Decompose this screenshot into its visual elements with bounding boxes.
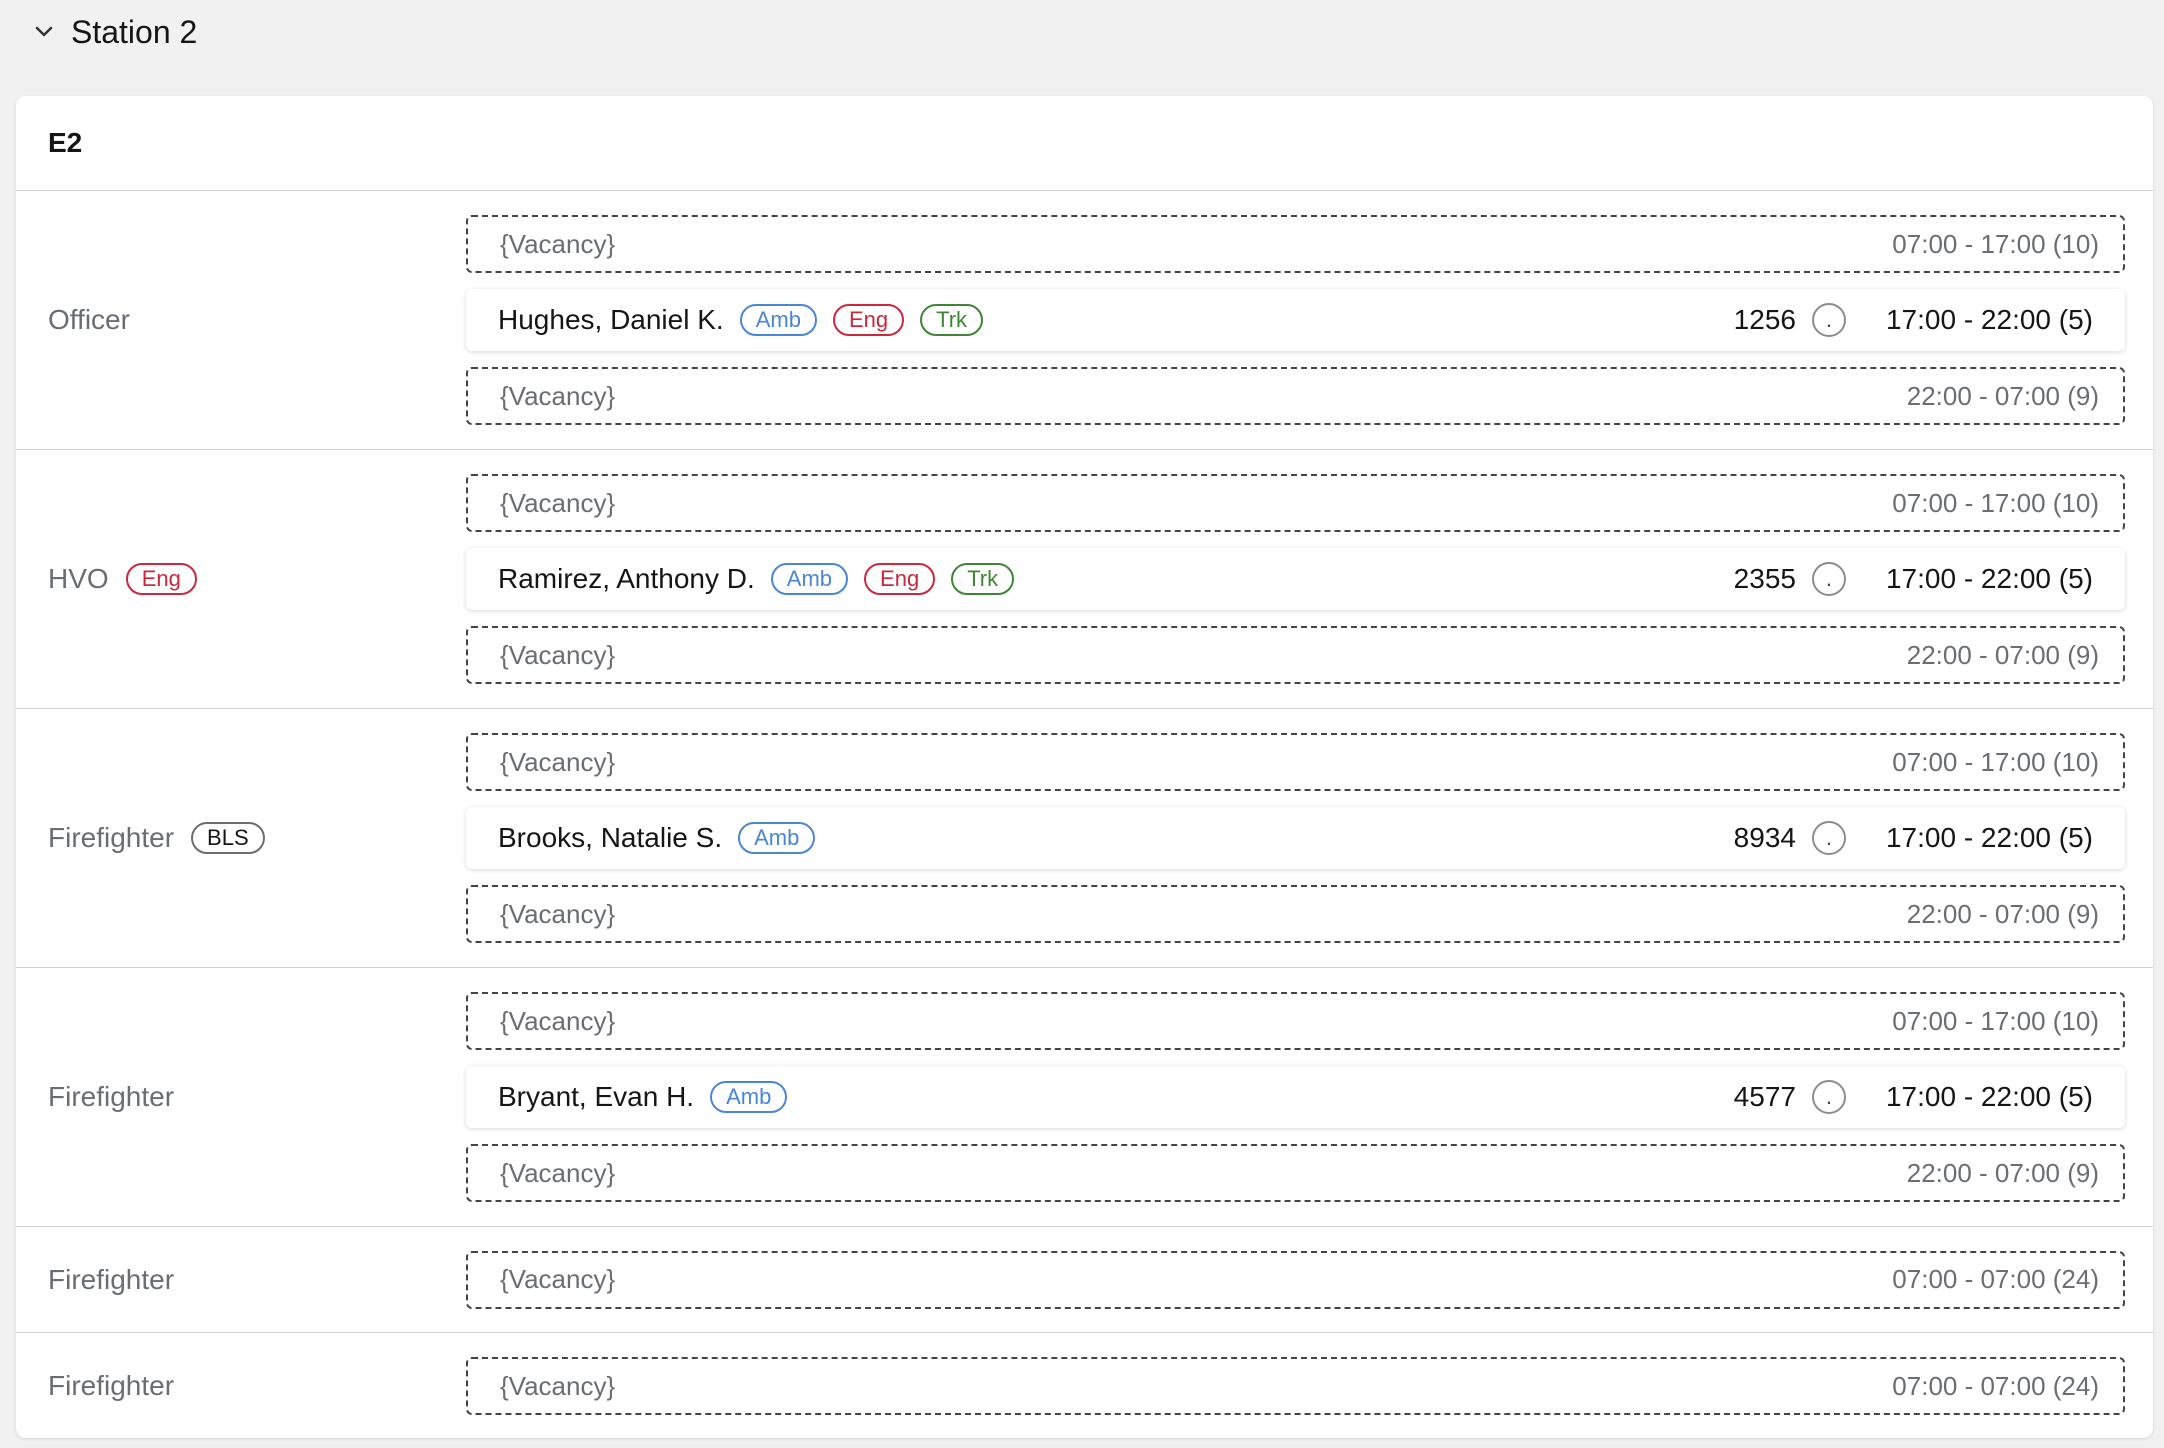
role-label: Firefighter xyxy=(48,822,175,853)
employee-name: Ramirez, Anthony D. xyxy=(498,563,755,594)
shift-list: {Vacancy} 07:00 - 17:00 (10) Hughes, Danie… xyxy=(466,191,2153,449)
role-row: Officer {Vacancy} 07:00 - 17:00 (10) Hughes… xyxy=(16,191,2153,450)
unit-title: E2 xyxy=(48,127,83,158)
employee-name: Brooks, Natalie S. xyxy=(498,822,723,853)
station-title: Station 2 xyxy=(71,13,198,50)
vacancy-slot[interactable]: {Vacancy} 07:00 - 17:00 (10) xyxy=(466,733,2125,791)
vacancy-slot[interactable]: {Vacancy} 07:00 - 17:00 (10) xyxy=(466,215,2125,273)
role-cell: Firefighter xyxy=(16,1227,466,1332)
shift-time: 17:00 - 22:00 (5) xyxy=(1885,304,2093,335)
vacancy-slot[interactable]: {Vacancy} 07:00 - 07:00 (24) xyxy=(466,1357,2125,1415)
station-header[interactable]: Station 2 xyxy=(31,10,197,54)
vacancy-slot[interactable]: {Vacancy} 07:00 - 07:00 (24) xyxy=(466,1250,2125,1309)
employee-name: Hughes, Daniel K. xyxy=(498,304,724,335)
vacancy-slot[interactable]: {Vacancy} 22:00 - 07:00 (9) xyxy=(466,885,2125,943)
role-label: Officer xyxy=(48,304,130,335)
vacancy-label: {Vacancy} xyxy=(500,1370,616,1401)
qualification-badge: Eng xyxy=(864,563,936,595)
qualification-badge: Trk xyxy=(920,304,984,336)
vacancy-label: {Vacancy} xyxy=(500,898,616,929)
vacancy-slot[interactable]: {Vacancy} 22:00 - 07:00 (9) xyxy=(466,626,2125,684)
assigned-shift[interactable]: Brooks, Natalie S. Amb 8934. 17:00 - 22:00 … xyxy=(466,807,2125,869)
role-row: Firefighter {Vacancy} 07:00 - 07:00 (24) xyxy=(16,1333,2153,1438)
shift-time: 22:00 - 07:00 (9) xyxy=(1906,898,2099,929)
employee-number: 4577 xyxy=(1733,1081,1796,1112)
assigned-shift[interactable]: Hughes, Daniel K. Amb Eng Trk 1256. 17:00 - 2… xyxy=(466,289,2125,351)
shift-time: 17:00 - 22:00 (5) xyxy=(1885,822,2093,853)
qualification-badge: Trk xyxy=(951,563,1015,595)
role-label: Firefighter xyxy=(48,1263,175,1295)
role-badge: Eng xyxy=(125,563,197,595)
shift-time: 07:00 - 17:00 (10) xyxy=(1892,1005,2099,1036)
role-label: HVO xyxy=(48,563,109,594)
unit-card: E2 Officer {Vacancy} 07:00 - 17:00 (10) Hug… xyxy=(16,96,2153,1438)
vacancy-label: {Vacancy} xyxy=(500,1157,616,1188)
vacancy-slot[interactable]: {Vacancy} 22:00 - 07:00 (9) xyxy=(466,1144,2125,1202)
vacancy-slot[interactable]: {Vacancy} 07:00 - 17:00 (10) xyxy=(466,474,2125,532)
qualification-badge: Eng xyxy=(832,304,905,336)
employee-number: 2355 xyxy=(1733,563,1796,594)
shift-time: 07:00 - 17:00 (10) xyxy=(1892,746,2099,777)
shift-time: 22:00 - 07:00 (9) xyxy=(1906,639,2099,670)
role-cell: Officer xyxy=(16,191,466,449)
assigned-shift[interactable]: Bryant, Evan H. Amb 4577. 17:00 - 22:00 (5) xyxy=(466,1066,2125,1128)
qualification-badge: Amb xyxy=(739,304,817,336)
shift-time: 07:00 - 07:00 (24) xyxy=(1892,1370,2099,1401)
shift-time: 22:00 - 07:00 (9) xyxy=(1906,380,2099,411)
roster-rows: Officer {Vacancy} 07:00 - 17:00 (10) Hughes… xyxy=(16,191,2153,1438)
shift-list: {Vacancy} 07:00 - 17:00 (10) Bryant, Evan … xyxy=(466,968,2153,1226)
shift-time: 07:00 - 17:00 (10) xyxy=(1892,228,2099,259)
vacancy-label: {Vacancy} xyxy=(500,1005,616,1036)
shift-options-button[interactable]: . xyxy=(1811,562,1846,596)
unit-header: E2 xyxy=(16,96,2153,191)
shift-time: 07:00 - 17:00 (10) xyxy=(1892,487,2099,518)
vacancy-slot[interactable]: {Vacancy} 22:00 - 07:00 (9) xyxy=(466,367,2125,425)
vacancy-label: {Vacancy} xyxy=(500,746,616,777)
vacancy-label: {Vacancy} xyxy=(500,380,616,411)
shift-options-button[interactable]: . xyxy=(1811,303,1846,337)
role-label: Firefighter xyxy=(48,1081,175,1112)
role-cell: Firefighter BLS xyxy=(16,709,466,967)
role-badge: BLS xyxy=(191,822,265,854)
role-row: HVO Eng {Vacancy} 07:00 - 17:00 (10) Ramirez… xyxy=(16,450,2153,709)
shift-list: {Vacancy} 07:00 - 17:00 (10) Brooks, Natal… xyxy=(466,709,2153,967)
shift-time: 17:00 - 22:00 (5) xyxy=(1885,1081,2093,1112)
vacancy-label: {Vacancy} xyxy=(500,228,616,259)
shift-time: 17:00 - 22:00 (5) xyxy=(1885,563,2093,594)
employee-number: 8934 xyxy=(1733,822,1796,853)
shift-options-button[interactable]: . xyxy=(1811,1080,1846,1114)
role-cell: HVO Eng xyxy=(16,450,466,708)
vacancy-slot[interactable]: {Vacancy} 07:00 - 17:00 (10) xyxy=(466,992,2125,1050)
role-row: Firefighter {Vacancy} 07:00 - 17:00 (10) Br… xyxy=(16,968,2153,1227)
chevron-down-icon[interactable] xyxy=(31,19,57,45)
vacancy-label: {Vacancy} xyxy=(500,487,616,518)
qualification-badge: Amb xyxy=(738,822,816,854)
role-row: Firefighter {Vacancy} 07:00 - 07:00 (24) xyxy=(16,1227,2153,1333)
shift-time: 07:00 - 07:00 (24) xyxy=(1892,1264,2099,1294)
vacancy-label: {Vacancy} xyxy=(500,639,616,670)
vacancy-label: {Vacancy} xyxy=(500,1264,616,1294)
role-label: Firefighter xyxy=(48,1370,175,1401)
shift-options-button[interactable]: . xyxy=(1811,821,1846,855)
role-cell: Firefighter xyxy=(16,968,466,1226)
employee-number: 1256 xyxy=(1733,304,1796,335)
shift-list: {Vacancy} 07:00 - 07:00 (24) xyxy=(466,1227,2153,1332)
employee-name: Bryant, Evan H. xyxy=(498,1081,695,1112)
qualification-badge: Amb xyxy=(710,1081,788,1113)
shift-list: {Vacancy} 07:00 - 07:00 (24) xyxy=(466,1333,2153,1438)
shift-time: 22:00 - 07:00 (9) xyxy=(1906,1157,2099,1188)
shift-list: {Vacancy} 07:00 - 17:00 (10) Ramirez, Anth… xyxy=(466,450,2153,708)
qualification-badge: Amb xyxy=(770,563,849,595)
assigned-shift[interactable]: Ramirez, Anthony D. Amb Eng Trk 2355. 17:00 -… xyxy=(466,548,2125,610)
role-row: Firefighter BLS {Vacancy} 07:00 - 17:00 (10… xyxy=(16,709,2153,968)
role-cell: Firefighter xyxy=(16,1333,466,1438)
